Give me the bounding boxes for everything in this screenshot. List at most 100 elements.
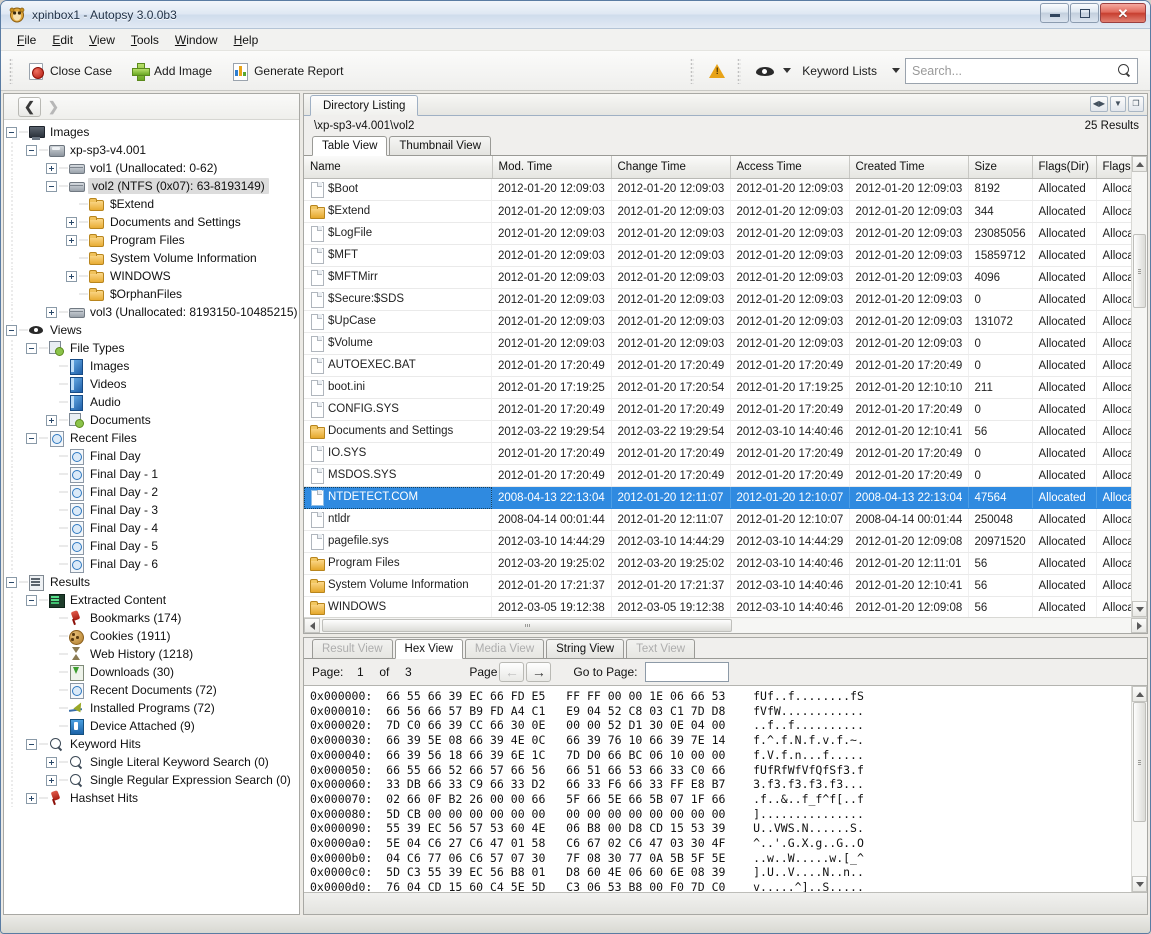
scroll-up-button[interactable]	[1132, 156, 1147, 172]
tree-item-installed-programs[interactable]: Installed Programs (72)	[4, 699, 299, 717]
column-header-created-time[interactable]: Created Time	[849, 156, 968, 178]
tree-toggle-minus-icon[interactable]	[6, 325, 17, 336]
tree-toggle-minus-icon[interactable]	[26, 739, 37, 750]
column-header-name[interactable]: Name	[304, 156, 492, 178]
search-submit-button[interactable]	[1111, 59, 1137, 83]
tree-item-final-day-1[interactable]: Final Day - 1	[4, 465, 299, 483]
table-row[interactable]: ntldr2008-04-14 00:01:442012-01-20 12:11…	[304, 509, 1131, 531]
tree-item-keyword-hits[interactable]: Keyword Hits	[4, 735, 299, 753]
table-row[interactable]: Program Files2012-03-20 19:25:022012-03-…	[304, 553, 1131, 575]
table-vertical-scrollbar[interactable]	[1131, 156, 1147, 617]
minimize-button[interactable]	[1040, 3, 1069, 23]
table-row[interactable]: $Boot2012-01-20 12:09:032012-01-20 12:09…	[304, 178, 1131, 201]
tree-toggle-plus-icon[interactable]	[46, 163, 57, 174]
tree-item-images[interactable]: Images	[4, 123, 299, 141]
tree-toggle-minus-icon[interactable]	[46, 181, 57, 192]
toolbar-grip[interactable]	[9, 58, 13, 84]
table-row[interactable]: $LogFile2012-01-20 12:09:032012-01-20 12…	[304, 223, 1131, 245]
tree-item-cookies[interactable]: Cookies (1911)	[4, 627, 299, 645]
table-row[interactable]: IO.SYS2012-01-20 17:20:492012-01-20 17:2…	[304, 443, 1131, 465]
explorer-tree[interactable]: Imagesxp-sp3-v4.001vol1 (Unallocated: 0-…	[4, 120, 299, 914]
column-header-mod-time[interactable]: Mod. Time	[492, 156, 611, 178]
tree-item-final-day-6[interactable]: Final Day - 6	[4, 555, 299, 573]
table-row[interactable]: System Volume Information2012-01-20 17:2…	[304, 575, 1131, 597]
hex-scroll-down-button[interactable]	[1132, 876, 1147, 892]
menu-tools[interactable]: Tools	[123, 31, 167, 49]
search-chevron-down-icon[interactable]	[892, 68, 900, 73]
table-row[interactable]: $MFT2012-01-20 12:09:032012-01-20 12:09:…	[304, 245, 1131, 267]
tree-item-views[interactable]: Views	[4, 321, 299, 339]
tree-item-windows[interactable]: WINDOWS	[4, 267, 299, 285]
tree-item-vol2[interactable]: vol2 (NTFS (0x07): 63-8193149)	[4, 177, 299, 195]
column-header-flags-meta[interactable]: Flags(Meta)	[1096, 156, 1131, 178]
hscroll-thumb[interactable]	[322, 619, 732, 632]
table-row[interactable]: $Extend2012-01-20 12:09:032012-01-20 12:…	[304, 201, 1131, 223]
hex-vscroll-thumb[interactable]	[1133, 702, 1146, 822]
tree-toggle-minus-icon[interactable]	[6, 127, 17, 138]
toolbar-grip-3[interactable]	[737, 58, 741, 84]
menu-help[interactable]: Help	[226, 31, 267, 49]
tree-toggle-minus-icon[interactable]	[26, 595, 37, 606]
tree-item-file-types[interactable]: File Types	[4, 339, 299, 357]
menu-view[interactable]: View	[81, 31, 123, 49]
vscroll-thumb[interactable]	[1133, 234, 1146, 308]
table-horizontal-scrollbar[interactable]	[304, 617, 1147, 633]
column-header-flags-dir[interactable]: Flags(Dir)	[1032, 156, 1096, 178]
add-image-button[interactable]: Add Image	[122, 58, 222, 84]
tree-item-docs-settings[interactable]: Documents and Settings	[4, 213, 299, 231]
tab-string-view[interactable]: String View	[546, 639, 624, 658]
tree-item-final-day-4[interactable]: Final Day - 4	[4, 519, 299, 537]
warning-button[interactable]	[699, 58, 735, 84]
tree-toggle-minus-icon[interactable]	[6, 577, 17, 588]
tree-toggle-minus-icon[interactable]	[26, 145, 37, 156]
tree-item-videos[interactable]: Videos	[4, 375, 299, 393]
tree-forward-button[interactable]: ❯	[42, 97, 65, 117]
menu-file[interactable]: File	[9, 31, 44, 49]
tree-item-single-regex[interactable]: Single Regular Expression Search (0)	[4, 771, 299, 789]
table-header-row[interactable]: NameMod. TimeChange TimeAccess TimeCreat…	[304, 156, 1131, 178]
hscroll-track[interactable]	[320, 618, 1131, 633]
column-header-access-time[interactable]: Access Time	[730, 156, 849, 178]
column-header-size[interactable]: Size	[968, 156, 1032, 178]
tree-item-final-day-3[interactable]: Final Day - 3	[4, 501, 299, 519]
goto-page-input[interactable]	[645, 662, 729, 682]
vscroll-track[interactable]	[1132, 172, 1147, 601]
table-row[interactable]: $Secure:$SDS2012-01-20 12:09:032012-01-2…	[304, 289, 1131, 311]
tree-item-final-day[interactable]: Final Day	[4, 447, 299, 465]
tab-hex-view[interactable]: Hex View	[395, 639, 463, 659]
tree-item-recent-documents[interactable]: Recent Documents (72)	[4, 681, 299, 699]
scroll-right-button[interactable]	[1131, 618, 1147, 633]
tree-toggle-minus-icon[interactable]	[26, 433, 37, 444]
table-row[interactable]: CONFIG.SYS2012-01-20 17:20:492012-01-20 …	[304, 399, 1131, 421]
table-row[interactable]: $Volume2012-01-20 12:09:032012-01-20 12:…	[304, 333, 1131, 355]
generate-report-button[interactable]: Generate Report	[222, 58, 353, 84]
tree-toggle-plus-icon[interactable]	[46, 307, 57, 318]
tab-list-button[interactable]: ▼	[1110, 96, 1126, 112]
tree-item-xp-sp3-v4.001[interactable]: xp-sp3-v4.001	[4, 141, 299, 159]
tree-item-documents[interactable]: Documents	[4, 411, 299, 429]
tab-table-view[interactable]: Table View	[312, 136, 387, 156]
table-row[interactable]: boot.ini2012-01-20 17:19:252012-01-20 17…	[304, 377, 1131, 399]
tree-item-vol1[interactable]: vol1 (Unallocated: 0-62)	[4, 159, 299, 177]
tree-item-orphanfiles[interactable]: $OrphanFiles	[4, 285, 299, 303]
tab-thumbnail-view[interactable]: Thumbnail View	[389, 136, 491, 155]
scroll-tabs-button[interactable]: ◀▶	[1090, 96, 1108, 112]
tree-toggle-plus-icon[interactable]	[66, 217, 77, 228]
tree-toggle-plus-icon[interactable]	[46, 415, 57, 426]
tree-item-extend[interactable]: $Extend	[4, 195, 299, 213]
table-row[interactable]: MSDOS.SYS2012-01-20 17:20:492012-01-20 1…	[304, 465, 1131, 487]
tree-item-downloads[interactable]: Downloads (30)	[4, 663, 299, 681]
toolbar-grip-2[interactable]	[690, 58, 694, 84]
table-row[interactable]: $MFTMirr2012-01-20 12:09:032012-01-20 12…	[304, 267, 1131, 289]
tree-item-bookmarks[interactable]: Bookmarks (174)	[4, 609, 299, 627]
tree-item-final-day-5[interactable]: Final Day - 5	[4, 537, 299, 555]
hex-scroll-up-button[interactable]	[1132, 686, 1147, 702]
column-header-change-time[interactable]: Change Time	[611, 156, 730, 178]
tree-item-recent-files[interactable]: Recent Files	[4, 429, 299, 447]
scroll-left-button[interactable]	[304, 618, 320, 633]
maximize-panel-button[interactable]: ❐	[1128, 96, 1144, 112]
tree-item-web-history[interactable]: Web History (1218)	[4, 645, 299, 663]
prev-page-button[interactable]: ←	[499, 662, 524, 682]
table-row[interactable]: Documents and Settings2012-03-22 19:29:5…	[304, 421, 1131, 443]
tree-toggle-plus-icon[interactable]	[66, 235, 77, 246]
